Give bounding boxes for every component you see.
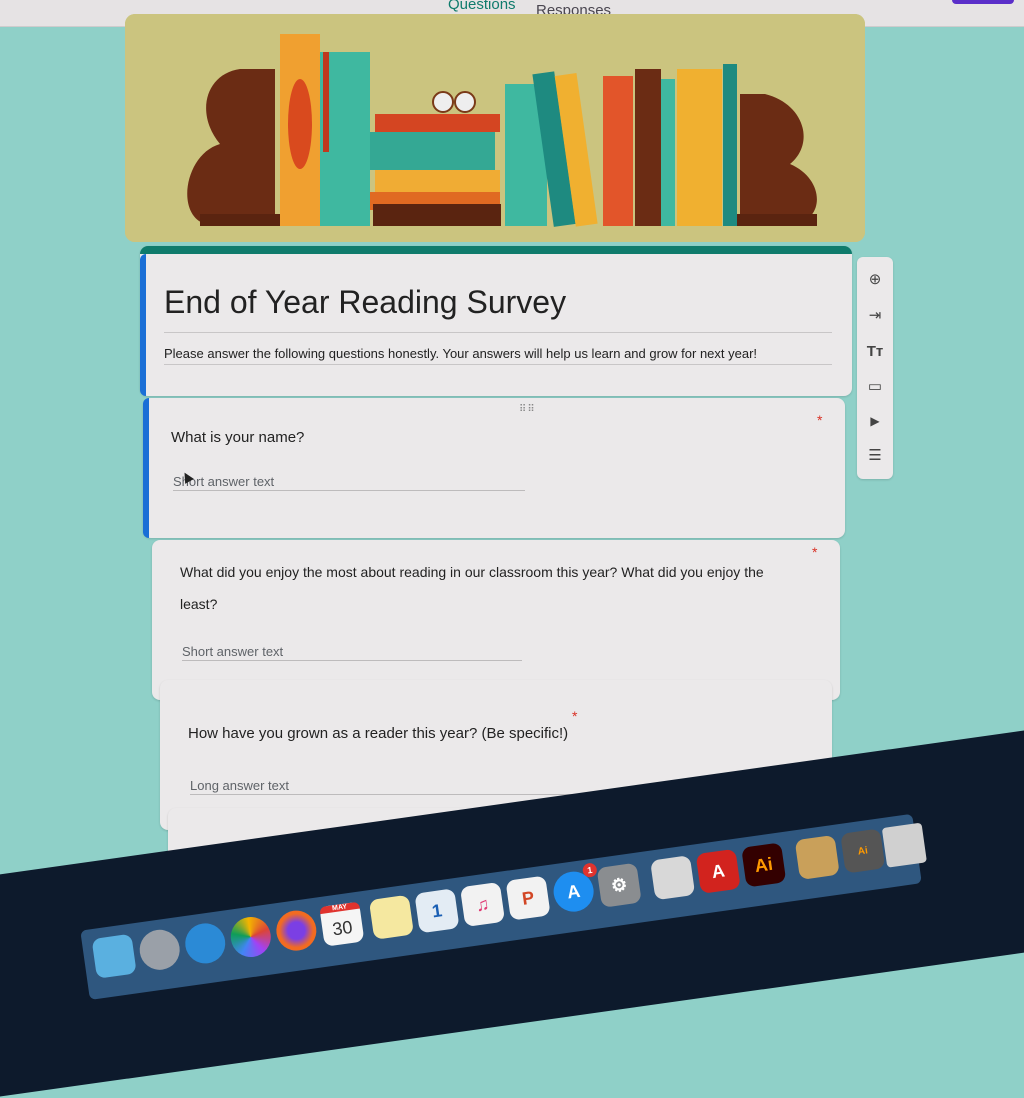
form-description[interactable]: Please answer the following questions ho… [164,346,757,361]
launchpad-icon[interactable] [137,927,183,973]
active-accent-bar [143,398,149,538]
question-title-line-1[interactable]: What did you enjoy the most about readin… [180,558,764,586]
required-asterisk: * [812,544,818,560]
image-folder-icon[interactable] [794,834,840,880]
calendar-icon[interactable]: MAY 30 [319,901,365,947]
firefox-icon[interactable] [273,908,319,954]
send-button[interactable] [952,0,1014,4]
question-title[interactable]: How have you grown as a reader this year… [188,720,568,748]
app-store-glyph: A [565,880,582,902]
active-accent-bar [140,254,146,396]
question-card[interactable]: ⠿⠿ What is your name? * Short answer tex… [143,398,845,538]
notes-icon[interactable] [368,894,415,940]
text-document-icon[interactable] [650,855,696,901]
form-title[interactable]: End of Year Reading Survey [164,284,566,321]
add-title-icon[interactable]: Tт [863,339,887,363]
answer-placeholder: Long answer text [190,778,290,793]
answer-placeholder: Short answer text [182,644,284,659]
calendar-month: MAY [319,901,360,915]
add-image-icon[interactable]: ▭ [863,374,887,398]
bookshelf-illustration [125,14,865,242]
finder-icon[interactable] [91,933,137,979]
floating-side-toolbar: ⊕ ⇥ Tт ▭ ▶ ☰ [857,257,893,479]
notification-badge: 1 [581,862,598,879]
app-store-icon[interactable]: A 1 [551,862,598,915]
add-section-icon[interactable]: ☰ [863,443,887,467]
music-icon[interactable]: ♫ [459,881,506,928]
illustrator-icon[interactable]: Ai [741,842,787,888]
import-questions-icon[interactable]: ⇥ [863,303,887,327]
1password-icon[interactable]: 1 [414,888,460,934]
question-card[interactable]: What did you enjoy the most about readin… [152,540,840,700]
required-asterisk: * [572,708,578,724]
required-asterisk: * [817,412,823,428]
photos-icon[interactable] [228,914,274,960]
illustrator-document-icon[interactable]: Ai [840,828,886,874]
form-header-card[interactable]: End of Year Reading Survey Please answer… [140,246,852,396]
tab-questions[interactable]: Questions [438,0,526,21]
calendar-day: 30 [331,916,354,939]
trash-icon[interactable] [881,822,927,868]
powerpoint-icon[interactable]: P [505,875,551,921]
drag-handle-icon[interactable]: ⠿⠿ [519,404,536,415]
answer-underline [182,660,522,661]
add-question-icon[interactable]: ⊕ [863,267,887,291]
system-preferences-icon[interactable]: ⚙ [596,862,642,908]
edge-icon[interactable] [182,920,228,966]
title-underline [164,332,832,333]
header-banner-image [125,14,865,242]
add-video-icon[interactable]: ▶ [863,409,887,433]
question-title[interactable]: What is your name? [171,424,304,452]
answer-underline [173,490,525,491]
description-underline [164,364,832,365]
acrobat-icon[interactable]: A [695,848,741,894]
question-title-line-2[interactable]: least? [180,590,217,618]
